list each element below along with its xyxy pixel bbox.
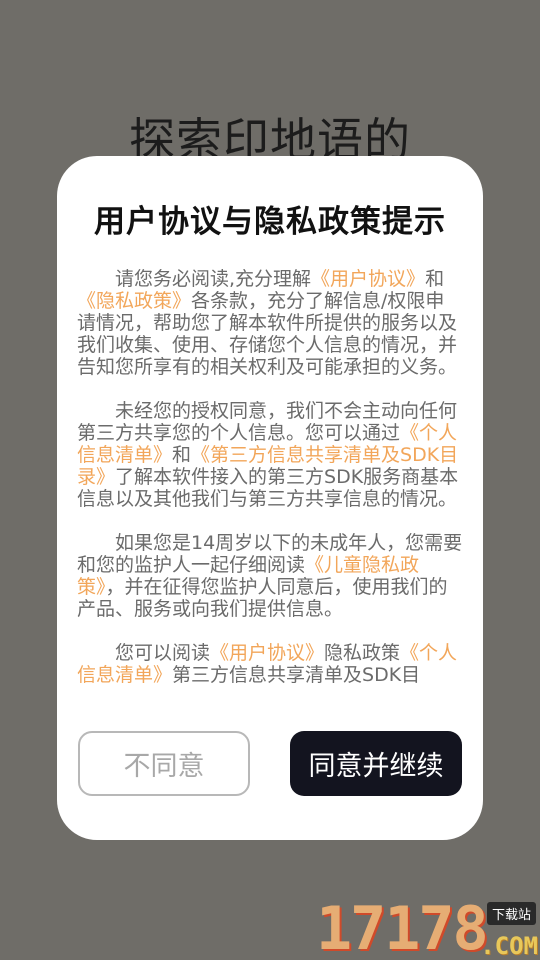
policy-link[interactable]: 《用户协议》 (311, 268, 425, 290)
agreement-text-scroll[interactable]: 请您务必阅读,充分理解《用户协议》和《隐私政策》各条款，充分了解信息/权限申请情… (77, 268, 463, 704)
agreement-text: 了解本软件接入的第三方SDK服务商基本信息以及其他我们与第三方共享信息的情况。 (77, 466, 459, 510)
policy-link[interactable]: 《隐私政策》 (77, 290, 191, 312)
watermark-digits: 17178 (316, 894, 489, 960)
agreement-paragraph: 如果您是14周岁以下的未成年人，您需要和您的监护人一起仔细阅读《儿童隐私政策》，… (77, 532, 463, 620)
agreement-text: ，并在征得您监护人同意后，使用我们的产品、服务或向我们提供信息。 (77, 576, 448, 620)
agreement-paragraph: 未经您的授权同意，我们不会主动向任何第三方共享您的个人信息。您可以通过《个人信息… (77, 400, 463, 510)
agreement-text: 第三方信息共享清单及SDK目 (172, 664, 421, 686)
agreement-text: 和 (425, 268, 445, 290)
agreement-text: 和 (172, 444, 192, 466)
disagree-button[interactable]: 不同意 (78, 731, 250, 796)
privacy-dialog: 用户协议与隐私政策提示 请您务必阅读,充分理解《用户协议》和《隐私政策》各条款，… (57, 156, 483, 840)
agreement-paragraph: 您可以阅读《用户协议》隐私政策《个人信息清单》第三方信息共享清单及SDK目 (77, 642, 463, 686)
watermark-tag: 下载站 (486, 902, 536, 925)
agree-continue-button[interactable]: 同意并继续 (290, 731, 462, 796)
dialog-title: 用户协议与隐私政策提示 (94, 204, 446, 240)
site-watermark-logo: 17178 下载站 .COM (316, 898, 540, 960)
agreement-text: 请您务必阅读,充分理解 (115, 268, 312, 290)
screen: 探索印地语的 用户协议与隐私政策提示 请您务必阅读,充分理解《用户协议》和《隐私… (0, 0, 540, 960)
policy-link[interactable]: 《用户协议》 (210, 642, 324, 664)
agreement-text: 隐私政策 (324, 642, 401, 664)
watermark-suffix: .COM (480, 932, 538, 960)
agreement-paragraph: 请您务必阅读,充分理解《用户协议》和《隐私政策》各条款，充分了解信息/权限申请情… (77, 268, 463, 378)
agreement-text: 您可以阅读 (115, 642, 211, 664)
